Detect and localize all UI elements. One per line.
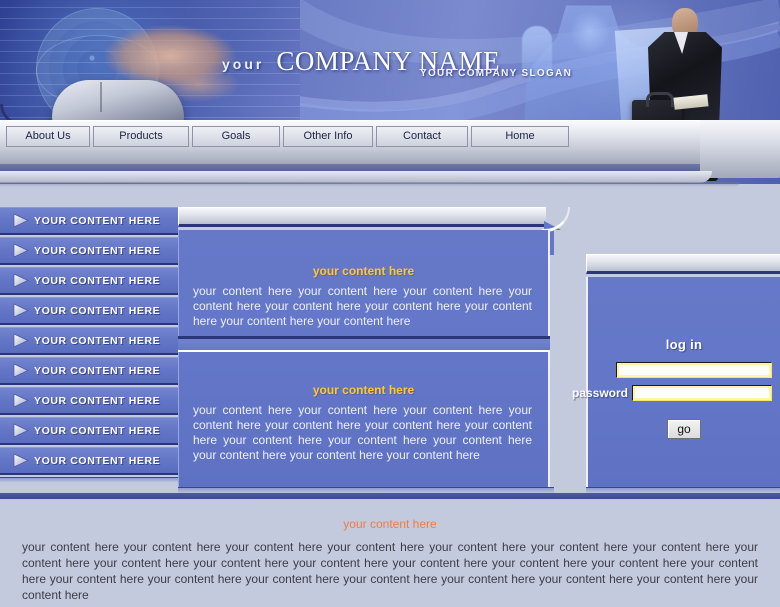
sidebar-item-label: YOUR CONTENT HERE (34, 424, 161, 437)
sidebar-item-label: YOUR CONTENT HERE (34, 394, 161, 407)
username-row (588, 352, 780, 378)
sidebar-footer-bar (0, 477, 178, 482)
sidebar-item-3[interactable]: YOUR CONTENT HERE (0, 267, 178, 295)
arrow-right-icon (8, 423, 34, 438)
sidebar-item-label: YOUR CONTENT HERE (34, 214, 161, 227)
nav-item-goals[interactable]: Goals (192, 126, 280, 147)
sidebar-item-6[interactable]: YOUR CONTENT HERE (0, 357, 178, 385)
sidebar-item-9[interactable]: YOUR CONTENT HERE (0, 447, 178, 475)
footer-title: your content here (343, 517, 437, 531)
content-header-bar (178, 207, 550, 227)
sidebar-item-8[interactable]: YOUR CONTENT HERE (0, 417, 178, 445)
page-footer: your content here your content here your… (0, 499, 780, 607)
login-header-bar (586, 254, 780, 274)
layout-gap-column (554, 230, 584, 492)
arrow-right-icon (8, 303, 34, 318)
footer-body-text: your content here your content here your… (22, 540, 758, 602)
arrow-right-icon (8, 363, 34, 378)
sidebar-item-label: YOUR CONTENT HERE (34, 334, 161, 347)
sidebar-item-label: YOUR CONTENT HERE (34, 244, 161, 257)
arrow-right-icon (8, 453, 34, 468)
arrow-right-icon (8, 213, 34, 228)
login-actions: go (588, 401, 780, 439)
page-root: your COMPANY NAME YOUR COMPANY SLOGAN Ab… (0, 0, 780, 607)
sidebar-item-label: YOUR CONTENT HERE (34, 274, 161, 287)
go-button[interactable]: go (667, 419, 701, 439)
shelf-lip-dark (0, 164, 700, 171)
arrow-right-icon (8, 273, 34, 288)
sidebar-item-label: YOUR CONTENT HERE (34, 304, 161, 317)
section-one-title: your content here (312, 264, 415, 278)
content-section-divider (178, 336, 550, 358)
sidebar-item-label: YOUR CONTENT HERE (34, 364, 161, 377)
arrow-right-icon (8, 333, 34, 348)
sidebar-item-4[interactable]: YOUR CONTENT HERE (0, 297, 178, 325)
brand-your-word: your (222, 56, 265, 72)
nav-item-other-info[interactable]: Other Info (283, 126, 373, 147)
section-two-title: your content here (312, 383, 415, 397)
company-slogan: YOUR COMPANY SLOGAN (420, 68, 573, 79)
sidebar-item-7[interactable]: YOUR CONTENT HERE (0, 387, 178, 415)
shelf-shadow (0, 182, 740, 187)
password-row: password (572, 378, 780, 401)
nav-item-home[interactable]: Home (471, 126, 569, 147)
section-one-body: your content here your content here your… (193, 284, 532, 328)
login-title: log in (665, 337, 703, 352)
sidebar-item-1[interactable]: YOUR CONTENT HERE (0, 207, 178, 235)
sidebar-item-2[interactable]: YOUR CONTENT HERE (0, 237, 178, 265)
section-two-body: your content here your content here your… (193, 403, 532, 462)
sidebar-item-5[interactable]: YOUR CONTENT HERE (0, 327, 178, 355)
nav-item-products[interactable]: Products (93, 126, 189, 147)
main-navigation: About Us Products Goals Other Info Conta… (6, 126, 569, 147)
nav-item-contact[interactable]: Contact (376, 126, 468, 147)
divider-band (178, 339, 550, 352)
main-content-panel: your content here your content here your… (178, 230, 550, 492)
nav-item-about-us[interactable]: About Us (6, 126, 90, 147)
password-label: password (571, 386, 628, 400)
arrow-right-icon (8, 243, 34, 258)
login-panel: log in password go (572, 277, 780, 492)
sidebar-menu: YOUR CONTENT HERE YOUR CONTENT HERE YOUR… (0, 207, 178, 482)
sidebar-item-label: YOUR CONTENT HERE (34, 454, 161, 467)
username-input[interactable] (616, 362, 772, 378)
password-input[interactable] (632, 385, 772, 401)
arrow-right-icon (8, 393, 34, 408)
